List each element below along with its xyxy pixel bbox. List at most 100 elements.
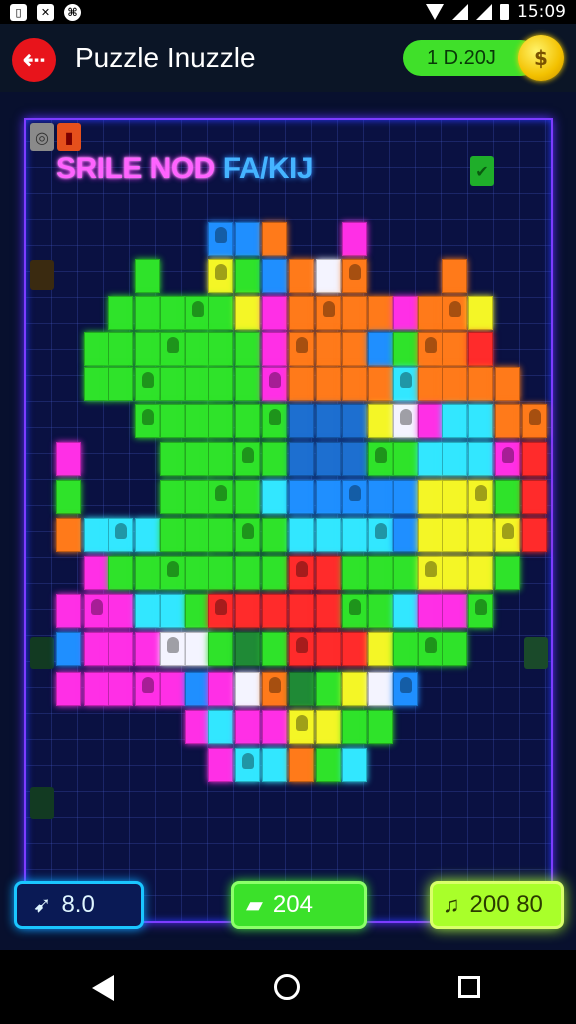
puzzle-tile[interactable] [108, 672, 133, 706]
puzzle-tile[interactable] [368, 332, 393, 366]
puzzle-tile[interactable] [235, 556, 260, 590]
puzzle-tile[interactable] [342, 480, 367, 514]
puzzle-tile[interactable] [235, 259, 260, 293]
puzzle-tile[interactable] [56, 632, 81, 666]
puzzle-tile[interactable] [289, 594, 314, 628]
puzzle-tile[interactable] [418, 594, 443, 628]
puzzle-tile[interactable] [208, 710, 233, 744]
puzzle-tile[interactable] [135, 594, 160, 628]
puzzle-tile[interactable] [84, 672, 109, 706]
puzzle-tile[interactable] [235, 594, 260, 628]
puzzle-tile[interactable] [56, 594, 81, 628]
puzzle-tile[interactable] [208, 594, 233, 628]
puzzle-tile[interactable] [342, 332, 367, 366]
puzzle-tile[interactable] [393, 367, 418, 401]
puzzle-tile[interactable] [522, 480, 547, 514]
puzzle-tile[interactable] [442, 518, 467, 552]
puzzle-tile[interactable] [368, 518, 393, 552]
puzzle-tile[interactable] [316, 710, 341, 744]
puzzle-tile[interactable] [342, 259, 367, 293]
puzzle-tile[interactable] [393, 404, 418, 438]
puzzle-tile[interactable] [495, 480, 520, 514]
puzzle-tile[interactable] [468, 518, 493, 552]
puzzle-tile[interactable] [495, 442, 520, 476]
puzzle-tile[interactable] [442, 404, 467, 438]
puzzle-tile[interactable] [108, 332, 133, 366]
puzzle-tile[interactable] [235, 442, 260, 476]
puzzle-tile[interactable] [84, 632, 109, 666]
puzzle-tile[interactable] [289, 480, 314, 514]
puzzle-tile[interactable] [135, 556, 160, 590]
puzzle-tile[interactable] [160, 332, 185, 366]
settings-tile-icon[interactable]: ◎ [30, 123, 54, 151]
puzzle-tile[interactable] [160, 367, 185, 401]
puzzle-tile[interactable] [368, 632, 393, 666]
puzzle-tile[interactable] [185, 442, 210, 476]
puzzle-tile[interactable] [368, 367, 393, 401]
puzzle-tile[interactable] [368, 442, 393, 476]
puzzle-tile[interactable] [316, 594, 341, 628]
puzzle-tile[interactable] [468, 332, 493, 366]
puzzle-tile[interactable] [185, 332, 210, 366]
puzzle-tile[interactable] [316, 367, 341, 401]
puzzle-tile[interactable] [468, 404, 493, 438]
puzzle-tile[interactable] [185, 404, 210, 438]
puzzle-tile[interactable] [135, 672, 160, 706]
puzzle-tile[interactable] [289, 518, 314, 552]
puzzle-tile[interactable] [262, 672, 287, 706]
puzzle-tile[interactable] [418, 332, 443, 366]
puzzle-tile[interactable] [468, 442, 493, 476]
puzzle-tile[interactable] [418, 404, 443, 438]
puzzle-tile[interactable] [56, 672, 81, 706]
puzzle-tile[interactable] [208, 404, 233, 438]
puzzle-tile[interactable] [208, 442, 233, 476]
back-button[interactable]: ⇠ [12, 38, 56, 82]
puzzle-tile[interactable] [208, 556, 233, 590]
puzzle-tile[interactable] [185, 480, 210, 514]
puzzle-tile[interactable] [160, 404, 185, 438]
puzzle-tile[interactable] [316, 404, 341, 438]
puzzle-tile[interactable] [289, 556, 314, 590]
puzzle-tile[interactable] [56, 480, 81, 514]
puzzle-tile[interactable] [368, 672, 393, 706]
puzzle-tile[interactable] [393, 296, 418, 330]
puzzle-tile[interactable] [442, 332, 467, 366]
puzzle-tile[interactable] [235, 332, 260, 366]
puzzle-tile[interactable] [135, 404, 160, 438]
puzzle-tile[interactable] [468, 556, 493, 590]
puzzle-tile[interactable] [208, 748, 233, 782]
puzzle-tile[interactable] [442, 632, 467, 666]
puzzle-tile[interactable] [418, 632, 443, 666]
puzzle-tile[interactable] [342, 296, 367, 330]
puzzle-tile[interactable] [418, 296, 443, 330]
puzzle-tile[interactable] [160, 480, 185, 514]
puzzle-tile[interactable] [393, 594, 418, 628]
puzzle-tile[interactable] [342, 672, 367, 706]
puzzle-tile[interactable] [316, 480, 341, 514]
puzzle-tile[interactable] [418, 518, 443, 552]
puzzle-tile[interactable] [235, 404, 260, 438]
puzzle-tile[interactable] [235, 710, 260, 744]
puzzle-tile[interactable] [235, 518, 260, 552]
puzzle-tile[interactable] [262, 632, 287, 666]
puzzle-tile[interactable] [208, 332, 233, 366]
puzzle-tile[interactable] [235, 480, 260, 514]
puzzle-tile[interactable] [342, 518, 367, 552]
puzzle-tile[interactable] [262, 748, 287, 782]
puzzle-tile[interactable] [108, 367, 133, 401]
puzzle-tile[interactable] [418, 480, 443, 514]
puzzle-tile[interactable] [108, 518, 133, 552]
puzzle-tile[interactable] [235, 748, 260, 782]
puzzle-tile[interactable] [495, 518, 520, 552]
puzzle-tile[interactable] [495, 367, 520, 401]
puzzle-tile[interactable] [262, 222, 287, 256]
puzzle-tile[interactable] [135, 632, 160, 666]
puzzle-tile[interactable] [342, 222, 367, 256]
puzzle-tile[interactable] [160, 672, 185, 706]
puzzle-tile[interactable] [185, 710, 210, 744]
puzzle-tile[interactable] [393, 556, 418, 590]
puzzle-tile[interactable] [522, 518, 547, 552]
puzzle-tile[interactable] [84, 332, 109, 366]
puzzle-tile[interactable] [108, 296, 133, 330]
puzzle-tile[interactable] [84, 556, 109, 590]
